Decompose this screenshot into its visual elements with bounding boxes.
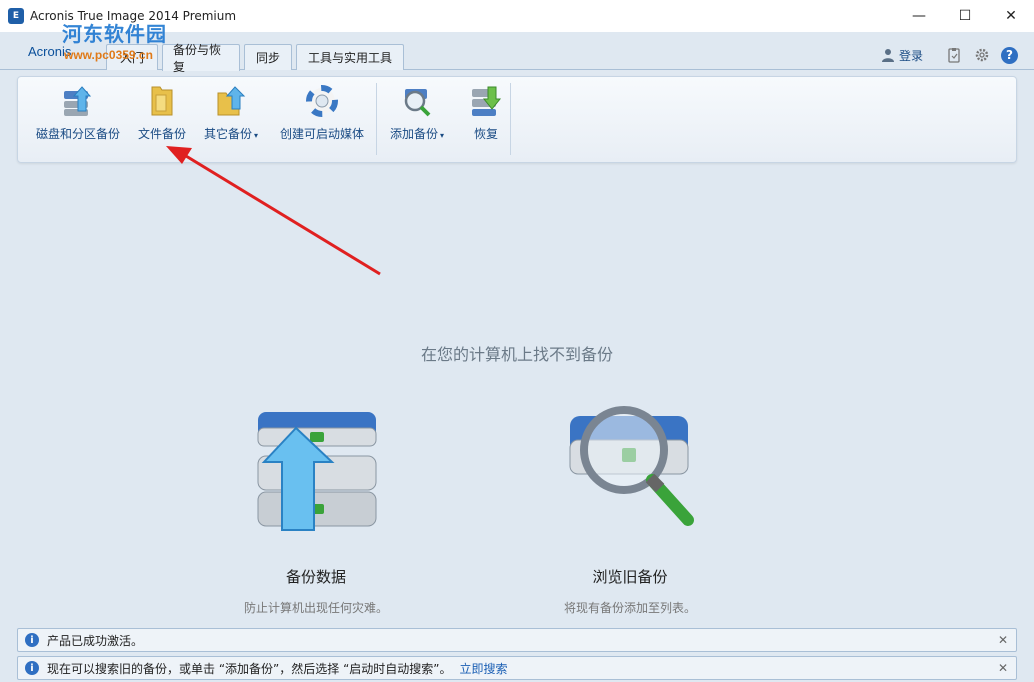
action-description: 防止计算机出现任何灾难。 — [244, 601, 389, 615]
action-description: 将现有备份添加至列表。 — [563, 601, 696, 615]
toolbar-label: 创建可启动媒体 — [280, 127, 365, 141]
other-backup-button[interactable]: 其它备份 ▾ — [204, 83, 258, 151]
info-icon: i — [25, 633, 39, 647]
magnifier-disk-icon — [569, 406, 694, 526]
recover-icon — [472, 86, 502, 116]
toolbar-divider — [376, 83, 377, 155]
empty-backups-message: 在您的计算机上找不到备份 — [420, 345, 613, 364]
tab-sync[interactable]: 同步 — [244, 44, 292, 70]
maximize-button[interactable]: ☐ — [942, 0, 988, 32]
disk-partition-backup-button[interactable]: 磁盘和分区备份 — [36, 83, 120, 151]
notification-text: 现在可以搜索旧的备份，或单击 “添加备份”，然后选择 “启动时自动搜索”。 — [47, 661, 452, 676]
toolbar-divider — [510, 83, 511, 155]
clipboard-icon[interactable] — [945, 46, 963, 64]
watermark-url: www.pc0359.cn — [64, 48, 153, 62]
close-icon[interactable]: ✕ — [998, 661, 1008, 675]
create-bootable-media-button[interactable]: 创建可启动媒体 — [280, 83, 364, 151]
app-icon: E — [8, 8, 24, 24]
gear-icon[interactable] — [973, 46, 991, 64]
add-backup-icon — [404, 89, 431, 117]
toolbar-label: 文件备份 — [138, 127, 187, 141]
search-now-link[interactable]: 立即搜索 — [460, 660, 508, 677]
info-icon: i — [25, 661, 39, 675]
notification-text: 产品已成功激活。 — [47, 633, 144, 648]
window-controls: — ☐ ✕ — [896, 0, 1034, 32]
close-icon[interactable]: ✕ — [998, 633, 1008, 647]
backup-toolbar: 磁盘和分区备份 文件备份 其它备份 ▾ 创建可启动媒体 添加备份 ▾ 恢复 — [17, 76, 1017, 163]
action-title: 浏览旧备份 — [592, 568, 668, 586]
chevron-down-icon: ▾ — [254, 131, 259, 140]
help-icon[interactable]: ? — [1001, 46, 1018, 64]
recover-button[interactable]: 恢复 — [468, 83, 504, 151]
notification-search: i 现在可以搜索旧的备份，或单击 “添加备份”，然后选择 “启动时自动搜索”。 … — [17, 656, 1017, 680]
chevron-down-icon: ▾ — [440, 131, 445, 140]
toolbar-label: 其它备份 ▾ — [204, 127, 259, 141]
action-title: 备份数据 — [286, 568, 347, 586]
other-backup-icon — [217, 86, 246, 116]
notification-activated: i 产品已成功激活。 ✕ — [17, 628, 1017, 652]
toolbar-label: 磁盘和分区备份 — [36, 127, 121, 141]
backup-data-action[interactable]: 备份数据 防止计算机出现任何灾难。 — [244, 400, 388, 616]
header-tools: 登录 ? — [881, 46, 1018, 64]
tab-tools-utilities[interactable]: 工具与实用工具 — [296, 44, 404, 70]
lifebuoy-icon — [306, 85, 338, 117]
toolbar-label: 恢复 — [473, 127, 498, 141]
file-backup-button[interactable]: 文件备份 — [138, 83, 186, 151]
backup-stack-icon — [257, 412, 377, 531]
disk-backup-icon — [64, 86, 92, 116]
login-label: 登录 — [898, 48, 923, 63]
folder-icon — [151, 86, 173, 116]
toolbar-label: 添加备份 ▾ — [390, 127, 445, 141]
watermark-text: 河东软件园 — [62, 22, 167, 46]
login-button[interactable]: 登录 — [881, 47, 923, 64]
add-backup-button[interactable]: 添加备份 ▾ — [390, 83, 444, 151]
tab-backup-recovery[interactable]: 备份与恢复 — [162, 43, 240, 74]
person-icon — [881, 49, 894, 62]
minimize-button[interactable]: — — [896, 0, 942, 32]
browse-old-backups-action[interactable]: 浏览旧备份 将现有备份添加至列表。 — [560, 400, 700, 616]
close-button[interactable]: ✕ — [988, 0, 1034, 32]
